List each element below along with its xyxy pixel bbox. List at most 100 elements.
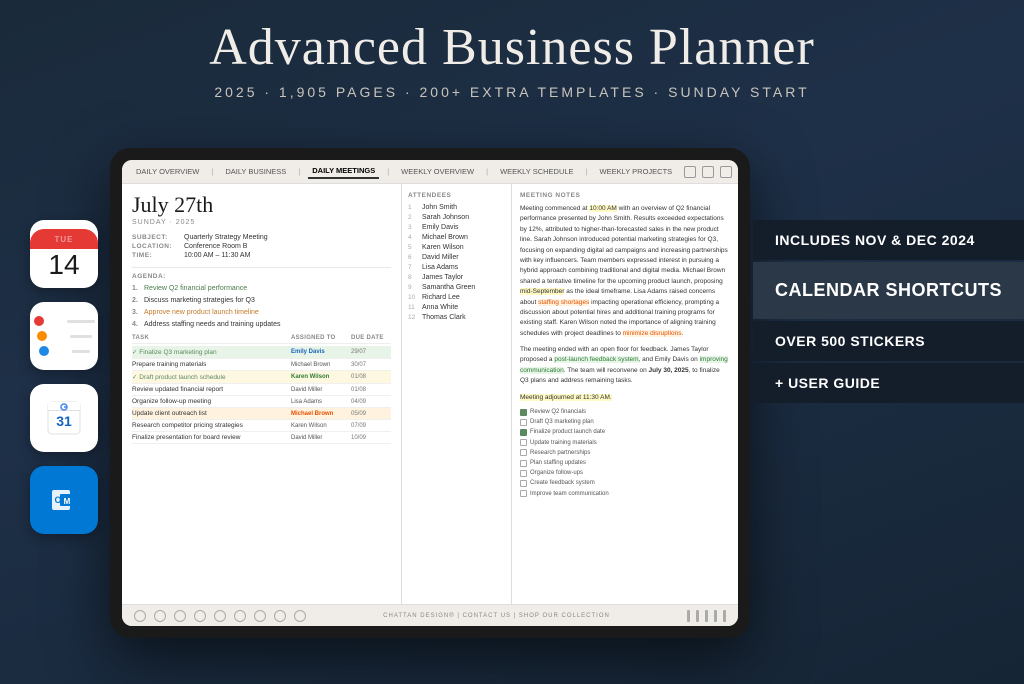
reminder-line-3: [39, 346, 90, 356]
attendee-5: 5Karen Wilson: [408, 244, 505, 251]
time-label: TIME:: [132, 252, 180, 259]
check-5: Research partnerships: [520, 448, 730, 458]
time-value: 10:00 AM – 11:30 AM: [184, 252, 250, 259]
nav-weekly-overview[interactable]: WEEKLY OVERVIEW: [397, 165, 478, 178]
attendees-panel: ATTENDEES 1John Smith 2Sarah Johnson 3Em…: [402, 184, 512, 604]
tablet-frame: DAILY OVERVIEW | DAILY BUSINESS | DAILY …: [110, 148, 750, 638]
bottom-icon-2: [154, 610, 166, 622]
time-highlight: 10:00 AM: [589, 205, 616, 212]
check-4: Update training materials: [520, 438, 730, 448]
bottom-icon-7: [254, 610, 266, 622]
checkbox-8: [520, 480, 527, 487]
task-row-8: Finalize presentation for board review D…: [132, 432, 391, 444]
attendee-2: 2Sarah Johnson: [408, 214, 505, 221]
check-1: Review Q2 financials: [520, 407, 730, 417]
bottom-left-icons: [134, 610, 306, 622]
feedback-highlight: post-launch feedback system: [554, 356, 638, 363]
checkbox-9: [520, 490, 527, 497]
agenda-item-2: 2. Discuss marketing strategies for Q3: [132, 296, 391, 305]
google-calendar-icon: 31: [30, 384, 98, 452]
location-label: LOCATION:: [132, 243, 180, 250]
badge-calendar-shortcuts: CALENDAR SHORTCUTS: [753, 262, 1024, 319]
adjourned-highlight: Meeting adjourned at 11:30 AM.: [520, 394, 612, 401]
task-row-2: Prepare training materials Michael Brown…: [132, 359, 391, 371]
checkbox-6: [520, 460, 527, 467]
bottom-icon-6: [234, 610, 246, 622]
bottom-right-icons: [687, 610, 726, 622]
reminder-text-red: [67, 320, 95, 323]
reminder-dot-orange: [37, 331, 47, 341]
bottom-icon-3: [174, 610, 186, 622]
outlook-svg: M O: [44, 480, 84, 520]
time-row: TIME: 10:00 AM – 11:30 AM: [132, 252, 391, 259]
notes-header: MEETING NOTES: [520, 192, 730, 199]
attendee-12: 12Thomas Clark: [408, 314, 505, 321]
nav-weekly-schedule[interactable]: WEEKLY SCHEDULE: [496, 165, 578, 178]
task-row-7: Research competitor pricing strategies K…: [132, 420, 391, 432]
checkbox-7: [520, 470, 527, 477]
notes-body-1: Meeting commenced at 10:00 AM with an ov…: [520, 204, 730, 339]
calendar-app-icon: TUE 14: [30, 220, 98, 288]
checkbox-4: [520, 439, 527, 446]
calendar-date-number: 14: [48, 251, 79, 279]
svg-text:O: O: [54, 495, 61, 505]
location-value: Conference Room B: [184, 243, 247, 250]
date-sub: SUNDAY · 2025: [132, 219, 391, 226]
tablet-bottom-bar: CHATTAN DESIGN® | CONTACT US | SHOP OUR …: [122, 604, 738, 626]
checklist-section: Review Q2 financials Draft Q3 marketing …: [520, 407, 730, 499]
notes-footer-text: Meeting adjourned at 11:30 AM.: [520, 393, 730, 403]
nav-daily-meetings[interactable]: DAILY MEETINGS: [308, 164, 379, 179]
footer-text: CHATTAN DESIGN® | CONTACT US | SHOP OUR …: [383, 613, 610, 619]
page-title: Advanced Business Planner: [0, 18, 1024, 78]
disruptions-highlight: minimize disruptions: [623, 330, 682, 337]
attendees-header: ATTENDEES: [408, 192, 505, 199]
agenda-label: AGENDA:: [132, 273, 391, 280]
reminder-line-1: [34, 316, 95, 326]
attendee-11: 11Anna White: [408, 304, 505, 311]
notes-body-2: The meeting ended with an open floor for…: [520, 345, 730, 387]
nav-sep-3: |: [387, 167, 389, 176]
divider-1: [132, 267, 391, 268]
tablet-device: DAILY OVERVIEW | DAILY BUSINESS | DAILY …: [110, 148, 750, 648]
left-panel: July 27th SUNDAY · 2025 SUBJECT: Quarter…: [122, 184, 402, 604]
nav-sep-5: |: [586, 167, 588, 176]
nav-icons: [684, 166, 732, 178]
reminder-dot-blue: [39, 346, 49, 356]
left-app-icons: TUE 14 31: [30, 220, 98, 534]
badge-stickers: OVER 500 STICKERS: [753, 321, 1024, 361]
nav-sep-2: |: [298, 167, 300, 176]
bottom-icon-4: [194, 610, 206, 622]
bottom-icon-1: [134, 610, 146, 622]
calendar-day-label: TUE: [55, 235, 74, 244]
agenda-item-3: 3. Approve new product launch timeline: [132, 308, 391, 317]
badge-user-guide: + USER GUIDE: [753, 363, 1024, 403]
reminders-app-icon: [30, 302, 98, 370]
nav-icon-1: [684, 166, 696, 178]
bottom-icon-9: [294, 610, 306, 622]
check-6: Plan staffing updates: [520, 458, 730, 468]
check-3: Finalize product launch date: [520, 427, 730, 437]
header: Advanced Business Planner 2025 · 1,905 P…: [0, 18, 1024, 100]
check-2: Draft Q3 marketing plan: [520, 417, 730, 427]
task-row-3: ✓ Draft product launch schedule Karen Wi…: [132, 371, 391, 384]
location-row: LOCATION: Conference Room B: [132, 243, 391, 250]
agenda-item-4: 4. Address staffing needs and training u…: [132, 320, 391, 329]
notes-panel: MEETING NOTES Meeting commenced at 10:00…: [512, 184, 738, 604]
bottom-icon-5: [214, 610, 226, 622]
reminder-dot-red: [34, 316, 44, 326]
reminder-line-2: [37, 331, 92, 341]
task-row-1: ✓ Finalize Q3 marketing plan Emily Davis…: [132, 346, 391, 359]
checkbox-1: [520, 409, 527, 416]
tablet-screen: DAILY OVERVIEW | DAILY BUSINESS | DAILY …: [122, 160, 738, 626]
nav-daily-business[interactable]: DAILY BUSINESS: [221, 165, 290, 178]
task-row-4: Review updated financial report David Mi…: [132, 384, 391, 396]
attendee-4: 4Michael Brown: [408, 234, 505, 241]
nav-icon-3: [720, 166, 732, 178]
staffing-highlight: staffing shortages: [538, 299, 589, 306]
nav-weekly-projects[interactable]: WEEKLY PROJECTS: [596, 165, 677, 178]
reminder-text-blue: [72, 350, 90, 353]
nav-icon-2: [702, 166, 714, 178]
nav-daily-overview[interactable]: DAILY OVERVIEW: [132, 165, 203, 178]
bottom-icon-8: [274, 610, 286, 622]
check-9: Improve team communication: [520, 489, 730, 499]
